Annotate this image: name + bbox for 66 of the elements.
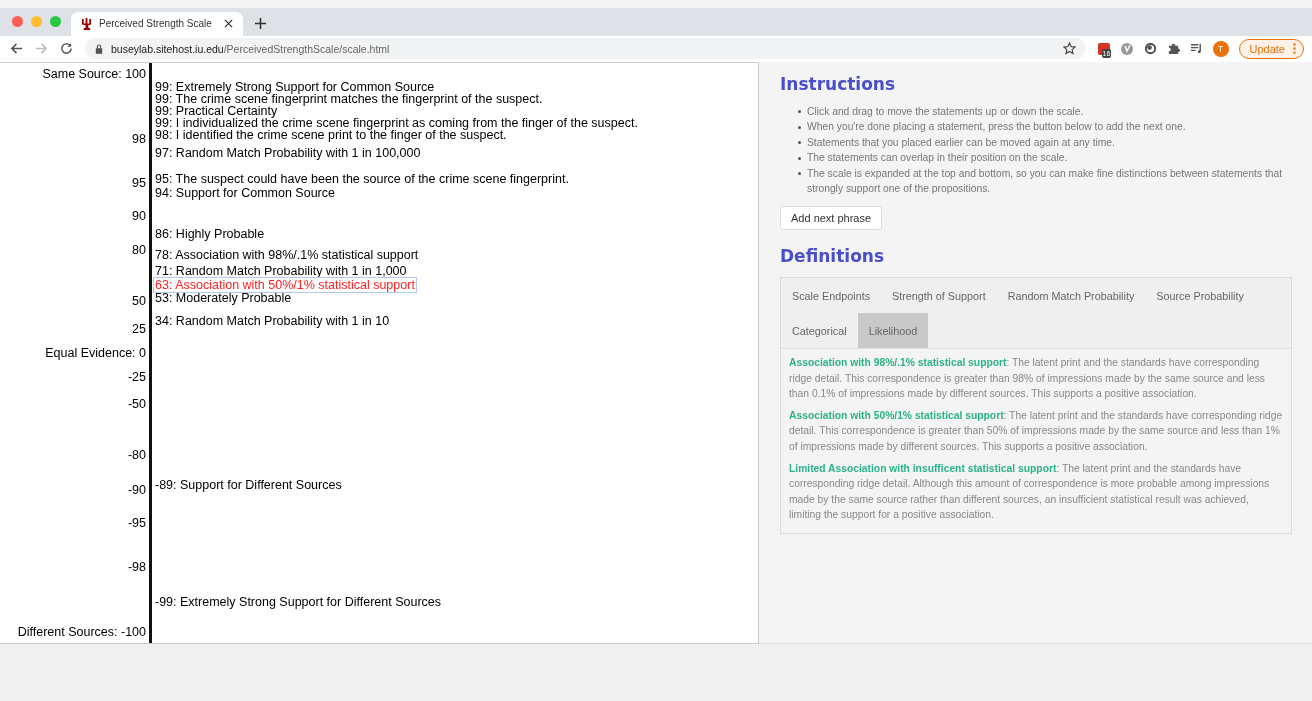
instruction-item: Statements that you placed earlier can be moved again at any time. [807,135,1115,150]
tab-title: Perceived Strength Scale [99,18,213,30]
scale-statement[interactable]: 97: Random Match Probability with 1 in 100,000 [155,146,421,159]
new-tab-icon[interactable] [255,17,266,29]
bullet-icon [798,125,801,129]
scale-tick-label: 80 [132,241,146,258]
scale-statement[interactable]: 63: Association with 50%/1% statistical support [155,278,415,291]
instruction-item: Click and drag to move the statements up or down the scale. [807,104,1084,119]
back-icon[interactable] [10,42,23,56]
definition-tab[interactable]: Categorical [781,313,858,349]
scale-tick-label: -98 [127,558,146,575]
scale-tick-label: Equal Evidence: 0 [45,344,146,361]
lock-icon [95,43,103,54]
definition-tab[interactable]: Random Match Probability [996,278,1146,314]
definition-tab[interactable]: Likelihood [857,313,929,349]
reload-icon[interactable] [60,42,73,56]
scale-statement[interactable]: 53: Moderately Probable [155,291,292,304]
scale-statement[interactable]: 99: Practical Certainty [155,104,278,117]
scale-statement[interactable]: 86: Highly Probable [155,227,265,240]
address-bar[interactable]: buseylab.sitehost.iu.edu/PerceivedStrengthScale/scale.html [85,38,1086,60]
url-text: buseylab.sitehost.iu.edu/PerceivedStrengthScale/scale.html [111,42,391,55]
scale-statement[interactable]: 78: Association with 98%/.1% statistical support [155,248,419,261]
star-icon[interactable] [1062,42,1076,56]
scale-tick-label: 95 [132,174,146,191]
definition-tab[interactable]: Strength of Support [881,278,997,314]
scale-tick-label: -80 [127,446,146,463]
bullet-icon [798,110,801,113]
bullet-icon [798,141,801,145]
scale-tick-label: 98 [132,130,146,147]
instruction-item: When you're done placing a statement, press the button below to add the next one. [807,120,1186,135]
scale-tick-label: Same Source: 100 [42,65,146,82]
scale-statement[interactable]: 99: Extremely Strong Support for Common Source [155,80,435,93]
scale-statement[interactable]: -89: Support for Different Sources [155,478,342,491]
scale-tick-label: -25 [127,368,146,385]
definition-text: Limited Association with insufficent statistical support: The latent print and the standards have corresponding ridge detail. Although this amount of correspondence is more probable among impressions made by the same source rather than different sources, an insufficient statistical result was achieved, limiting the support for a positive association. [789,461,1271,523]
scale-statement[interactable]: 71: Random Match Probability with 1 in 1,000 [155,264,407,277]
close-icon[interactable] [224,19,233,29]
scale-statement[interactable]: -99: Extremely Strong Support for Different Sources [155,595,441,608]
definition-tab[interactable]: Scale Endpoints [781,278,882,314]
scale-statement[interactable]: 94: Support for Common Source [155,186,335,199]
bullet-icon [798,156,801,160]
trident-icon [81,17,92,31]
scale-tick-label: -95 [127,514,146,531]
more-icon [1293,43,1296,55]
definition-text: Association with 98%/.1% statistical support: The latent print and the standards have corresponding ridge detail. This correspondence is greater than 98% of impressions made by the same source and less than 0.1% of impressions made by different sources. This supports a positive association. [789,356,1266,402]
scale-tick-label: -50 [127,395,146,412]
instructions-heading: Instructions [780,73,897,94]
scale-tick-label: 25 [132,320,146,337]
scale-statement[interactable]: 95: The suspect could have been the source of the crime scene fingerprint. [155,172,569,185]
playlist-icon[interactable] [1189,42,1203,56]
definitions-heading: Definitions [780,246,886,267]
scale-tick-label: -90 [127,481,146,498]
scale-tick-label: 90 [132,207,146,224]
scale-tick-label: 50 [132,292,146,309]
scale-tick-label: Different Sources: -100 [17,623,146,640]
bullet-icon [798,172,801,176]
circle-extension-icon[interactable] [1119,41,1134,56]
instruction-item: The statements can overlap in their position on the scale. [807,151,1068,166]
add-next-phrase-button[interactable]: Add next phrase [780,206,883,231]
scale-statement[interactable]: 34: Random Match Probability with 1 in 10 [155,314,390,327]
ring-extension-icon[interactable] [1143,42,1157,56]
browser-tab[interactable]: Perceived Strength Scale [71,11,243,36]
instruction-item: The scale is expanded at the top and bottom, so you can make fine distinctions between statements that strongly support one of the propositions. [807,166,1284,197]
definition-tab[interactable]: Source Probability [1145,278,1255,314]
puzzle-icon[interactable] [1166,42,1180,56]
definition-text: Association with 50%/1% statistical support: The latent print and the standards have corresponding ridge detail. This correspondence is greater than 50% of impressions made by the same source and less than 1% of impressions made by different sources. This supports a positive association. [789,408,1283,455]
